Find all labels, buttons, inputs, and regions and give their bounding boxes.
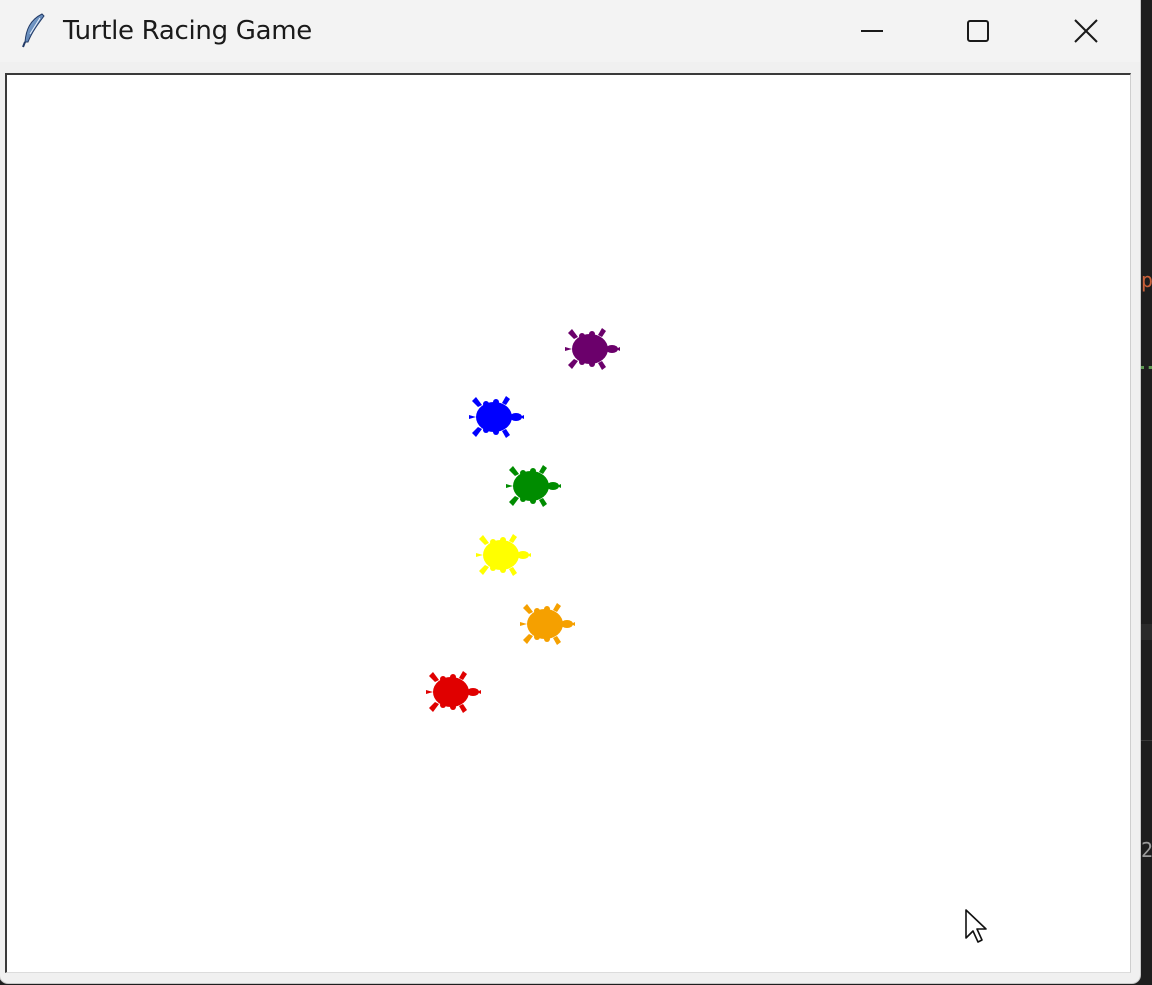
feather-icon [22,13,45,48]
minimize-button[interactable] [820,0,924,62]
yellow-turtle-icon [476,534,531,576]
orange-turtle-icon [520,603,575,645]
maximize-icon [967,20,989,42]
purple-turtle-icon [565,328,620,370]
title-bar[interactable]: Turtle Racing Game [0,0,1140,62]
close-icon [1074,19,1098,43]
red-turtle-icon [426,671,481,713]
close-button[interactable] [1034,0,1138,62]
minimize-icon [861,30,883,32]
maximize-button[interactable] [926,0,1030,62]
app-window: Turtle Racing Game [0,0,1140,983]
background-editor-strip: p 2 [1139,0,1152,985]
green-turtle-icon [506,465,561,507]
blue-turtle-icon [469,396,524,438]
mouse-pointer-icon [965,909,987,943]
window-title: Turtle Racing Game [63,16,312,46]
turtle-canvas[interactable] [5,73,1131,973]
